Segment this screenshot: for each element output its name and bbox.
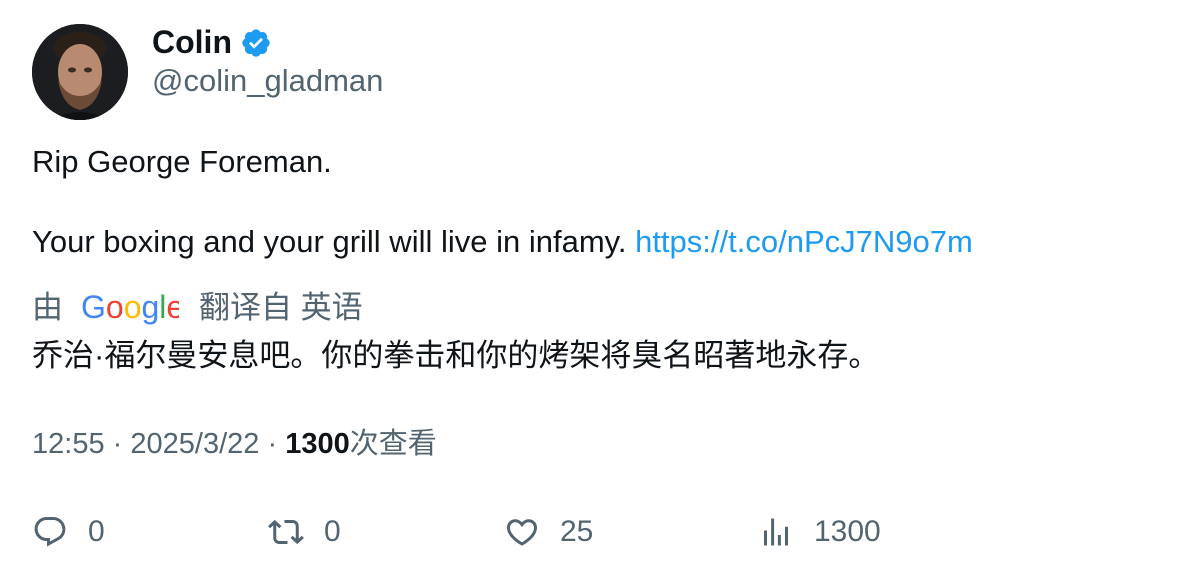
action-bar: 0 0 25 1300 — [32, 510, 1164, 554]
avatar-image — [32, 24, 128, 120]
verified-badge-icon[interactable] — [240, 27, 272, 59]
avatar[interactable] — [32, 24, 128, 120]
meta-separator: · — [267, 428, 278, 460]
like-button[interactable]: 25 — [504, 510, 593, 554]
reply-count: 0 — [88, 515, 105, 548]
tweet-link[interactable]: https://t.co/nPcJ7N9o7m — [635, 224, 973, 259]
views-button[interactable]: 1300 — [758, 510, 881, 554]
author-display-name[interactable]: Colin — [152, 22, 232, 62]
translation-suffix: 翻译自 英语 — [199, 290, 363, 325]
google-wordmark-icon: Google — [81, 290, 179, 325]
like-count: 25 — [560, 515, 594, 548]
tweet-time[interactable]: 12:55 — [32, 428, 105, 460]
tweet-line-2: Your boxing and your grill will live in … — [32, 224, 627, 259]
tweet-meta: 12:55 · 2025/3/22 · 1300次查看 — [32, 424, 437, 464]
tweet-line-gap — [32, 182, 973, 222]
tweet-date[interactable]: 2025/3/22 — [130, 428, 259, 460]
retweet-count: 0 — [324, 515, 341, 548]
author-name-row: Colin — [152, 22, 272, 62]
meta-separator: · — [112, 428, 123, 460]
reply-button[interactable]: 0 — [32, 510, 105, 554]
tweet-line-1: Rip George Foreman. — [32, 144, 332, 179]
views-label: 次查看 — [349, 428, 437, 460]
translation-prefix: 由 — [32, 290, 63, 325]
author-handle[interactable]: @colin_gladman — [152, 62, 383, 100]
retweet-icon — [268, 519, 304, 545]
tweet-line-2-wrapper: Your boxing and your grill will live in … — [32, 222, 973, 262]
heart-icon — [506, 519, 538, 546]
reply-icon — [34, 517, 66, 547]
analytics-icon — [764, 518, 788, 546]
svg-text:Google: Google — [81, 290, 179, 325]
retweet-button[interactable]: 0 — [268, 510, 341, 554]
tweet-text: Rip George Foreman. Your boxing and your… — [32, 142, 973, 262]
translated-text: 乔治·福尔曼安息吧。你的拳击和你的烤架将臭名昭著地永存。 — [32, 338, 880, 373]
google-logo: Google — [81, 290, 179, 326]
translation-attribution[interactable]: 由 Google 翻译自 英语 — [32, 288, 363, 328]
views-action-count: 1300 — [814, 515, 881, 548]
views-count: 1300 — [285, 428, 350, 460]
